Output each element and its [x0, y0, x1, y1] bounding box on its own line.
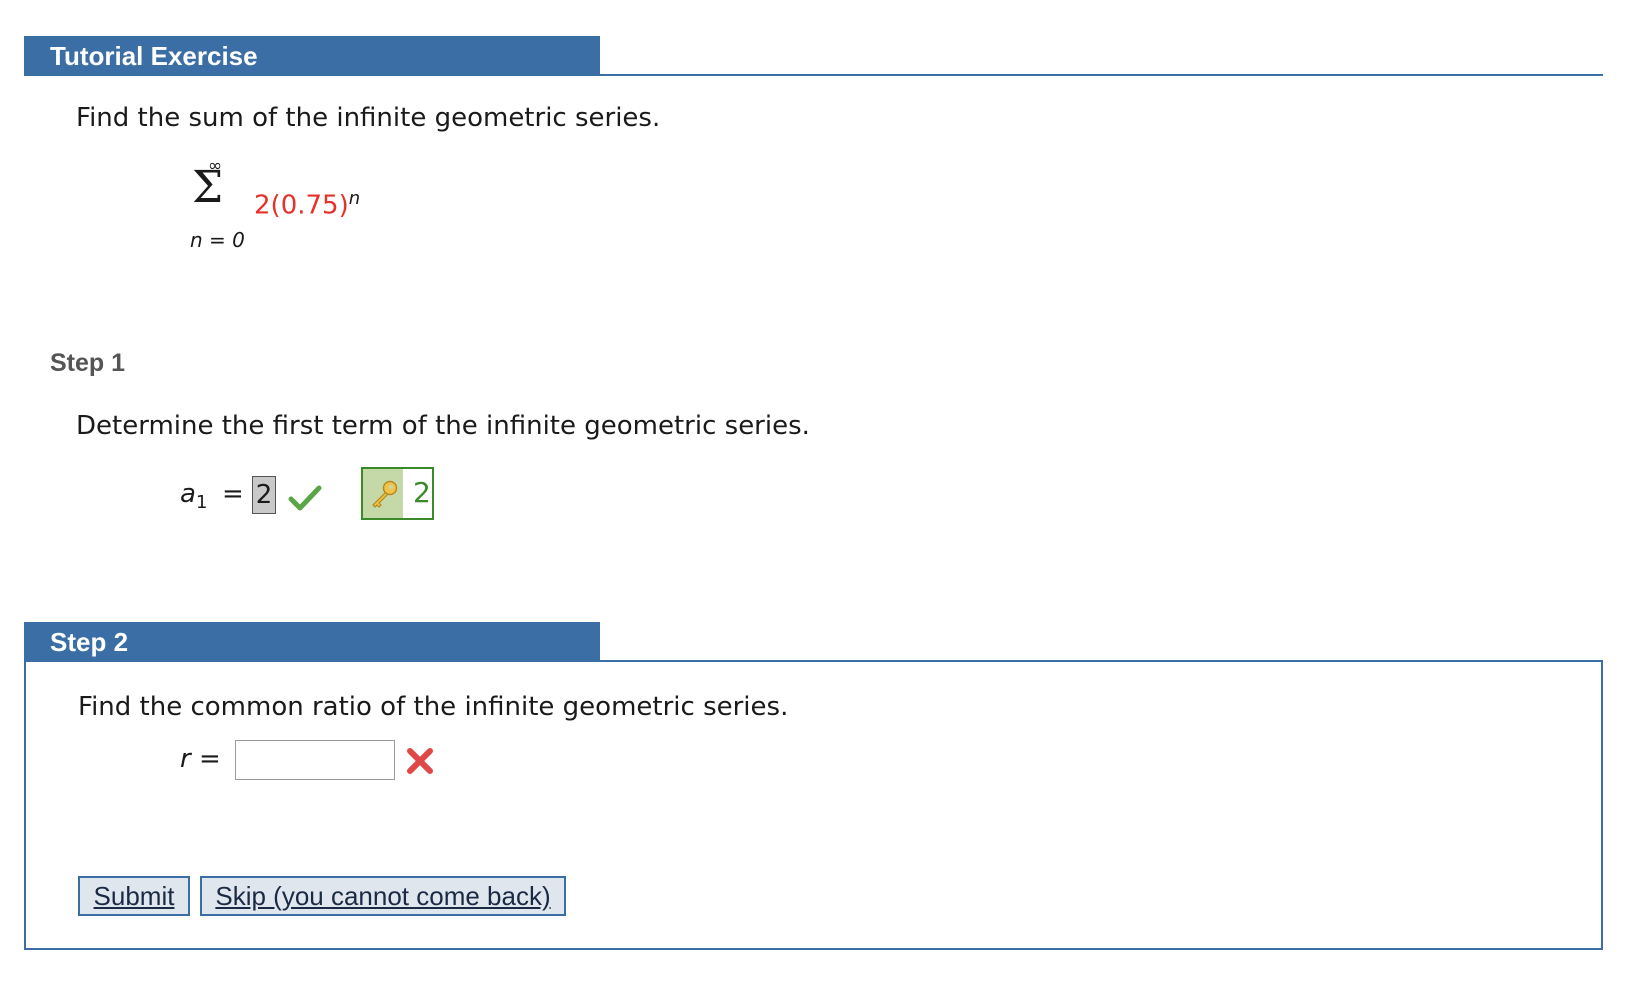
- a1-subscript: 1: [195, 492, 208, 514]
- tutorial-title: Tutorial Exercise: [24, 36, 600, 76]
- r-label: r =: [180, 744, 221, 774]
- a1-answer-box: 2: [252, 476, 276, 514]
- step1-prompt: Determine the first term of the infinite…: [76, 411, 810, 441]
- step2-label: Step 2: [24, 622, 600, 662]
- header-rule: [24, 74, 1603, 76]
- step1-label: Step 1: [50, 349, 126, 377]
- checkmark-icon: [288, 485, 322, 511]
- a1-variable: a1: [180, 479, 207, 513]
- key-icon: [372, 480, 398, 508]
- submit-button[interactable]: Submit: [78, 876, 190, 916]
- key-answer-value: 2: [413, 476, 431, 509]
- term-exponent: n: [348, 188, 361, 209]
- tutorial-header: Tutorial Exercise: [24, 36, 1603, 76]
- term-base: (0.75): [270, 190, 349, 221]
- a1-equals: =: [222, 479, 244, 509]
- series-term: 2(0.75)n: [254, 188, 360, 221]
- incorrect-x-icon: [407, 748, 433, 774]
- sum-lower-limit: n = 0: [190, 228, 245, 252]
- step2-header: Step 2: [24, 622, 1603, 662]
- term-coefficient: 2: [254, 190, 271, 221]
- answer-key-button[interactable]: 2: [361, 467, 434, 520]
- problem-prompt: Find the sum of the infinite geometric s…: [76, 103, 661, 133]
- r-input[interactable]: [235, 740, 395, 780]
- sigma-symbol: Σ: [192, 162, 224, 213]
- skip-button[interactable]: Skip (you cannot come back): [200, 876, 566, 916]
- step2-prompt: Find the common ratio of the infinite ge…: [78, 692, 789, 722]
- a1-name: a: [180, 479, 196, 509]
